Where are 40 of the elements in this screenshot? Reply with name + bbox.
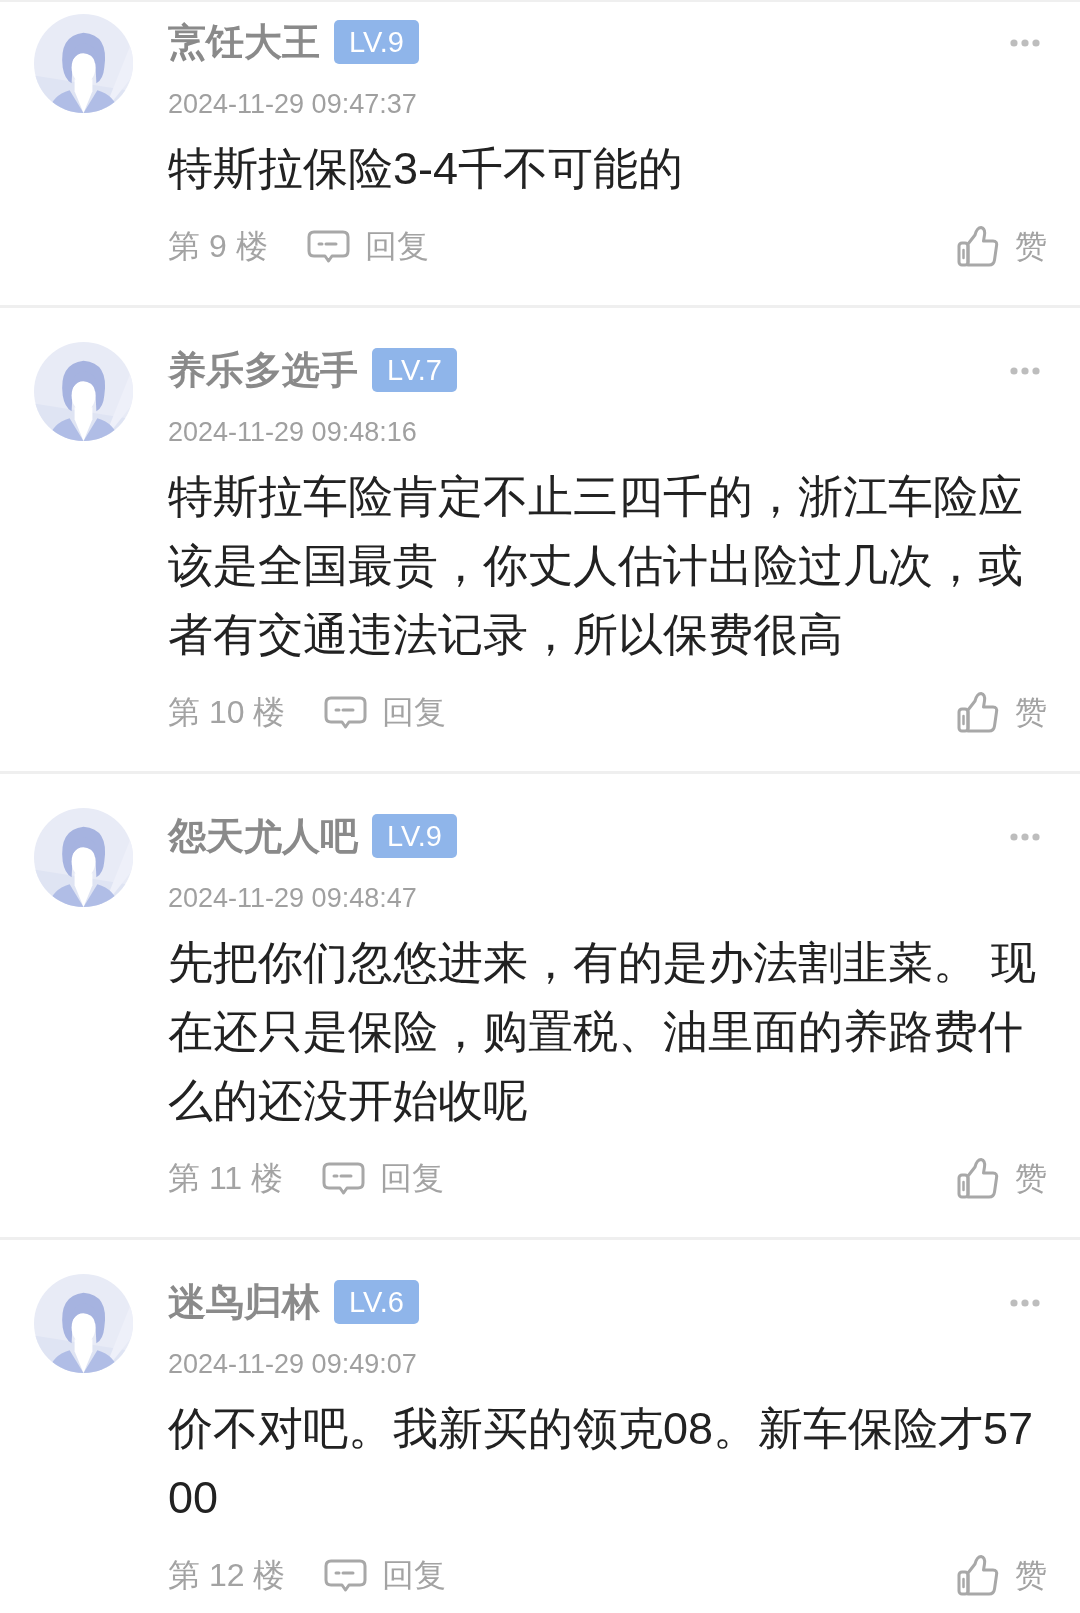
- speech-bubble-icon: [324, 1558, 368, 1592]
- reply-button[interactable]: 回复: [324, 1553, 447, 1597]
- user-name: 烹饪大王: [168, 20, 320, 64]
- floor-label: 第 12 楼: [168, 1556, 286, 1595]
- reply-button[interactable]: 回复: [306, 224, 429, 268]
- like-button[interactable]: 赞: [957, 1156, 1047, 1200]
- post-time-label: 2024-11-29 09:49:07: [168, 1348, 417, 1381]
- thumbs-up-icon: [957, 225, 999, 267]
- like-button[interactable]: 赞: [957, 690, 1047, 734]
- post-time-label: 2024-11-29 09:47:37: [168, 88, 417, 121]
- more-icon[interactable]: [1010, 1299, 1040, 1307]
- comment-text: 先把你们忽悠进来，有的是办法割韭菜。 现在还只是保险，购置税、油里面的养路费什么的还没开始收呢: [168, 936, 1037, 1128]
- floor-label: 第 10 楼: [168, 693, 286, 732]
- more-icon[interactable]: [1010, 39, 1040, 47]
- speech-bubble-icon: [306, 229, 350, 263]
- like-button[interactable]: 赞: [957, 224, 1047, 268]
- comment-text: 特斯拉车险肯定不止三四千的，浙江车险应该是全国最贵，你丈人估计出险过几次，或者有交通违法记录，所以保费很高: [168, 470, 1024, 662]
- user-name: 怨天尤人吧: [168, 814, 358, 858]
- user-name: 养乐多选手: [168, 348, 358, 392]
- level-badge: LV.9: [334, 20, 419, 64]
- speech-bubble-icon: [324, 695, 368, 729]
- speech-bubble-icon: [322, 1161, 365, 1195]
- post-time-label: 2024-11-29 09:48:47: [168, 882, 417, 915]
- user-name: 迷鸟归林: [168, 1280, 320, 1324]
- post-time-label: 2024-11-29 09:48:16: [168, 416, 417, 449]
- level-badge: LV.7: [372, 348, 457, 392]
- thumbs-up-icon: [957, 1554, 999, 1596]
- like-button[interactable]: 赞: [957, 1553, 1047, 1597]
- more-icon[interactable]: [1010, 833, 1040, 841]
- level-badge: LV.9: [372, 814, 457, 858]
- comment-text: 特斯拉保险3-4千不可能的: [168, 142, 685, 196]
- more-icon[interactable]: [1010, 367, 1040, 375]
- thumbs-up-icon: [957, 691, 999, 733]
- level-badge: LV.6: [334, 1280, 419, 1324]
- reply-button[interactable]: 回复: [324, 690, 447, 734]
- comment-text: 价不对吧。我新买的领克08。新车保险才5700: [168, 1402, 1035, 1525]
- floor-label: 第 11 楼: [168, 1159, 283, 1198]
- thumbs-up-icon: [957, 1157, 999, 1199]
- reply-button[interactable]: 回复: [322, 1156, 444, 1200]
- floor-label: 第 9 楼: [168, 227, 268, 266]
